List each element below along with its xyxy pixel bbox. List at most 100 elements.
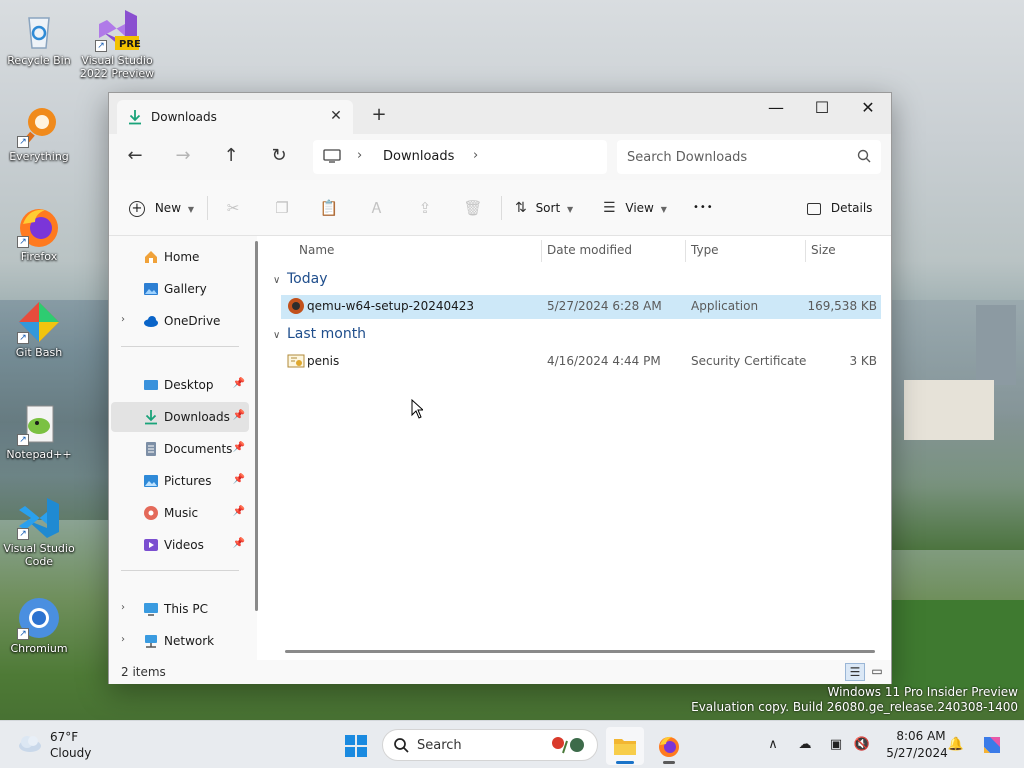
maximize-button[interactable]: ☐ bbox=[799, 93, 845, 125]
chevron-down-icon: ▼ bbox=[660, 205, 667, 214]
navigation-bar: ← → ↑ ↻ › Downloads › bbox=[109, 134, 891, 180]
shortcut-arrow-icon: ↗ bbox=[17, 136, 29, 148]
firefox-icon bbox=[657, 734, 681, 761]
new-tab-button[interactable]: + bbox=[369, 106, 389, 126]
pin-icon[interactable]: 📌 bbox=[233, 410, 245, 421]
desktop-icon-label: Visual Studio bbox=[3, 542, 75, 555]
sidebar-item-gallery[interactable]: Gallery bbox=[111, 274, 249, 304]
expand-chevron-icon[interactable]: › bbox=[121, 634, 125, 645]
expand-chevron-icon[interactable]: › bbox=[121, 314, 125, 325]
view-button[interactable]: ☰ View ▼ bbox=[603, 197, 671, 219]
sidebar-item-label: Pictures bbox=[164, 474, 212, 488]
desktop-icon-everything[interactable]: ↗ Everything bbox=[0, 104, 78, 163]
column-header-size[interactable]: Size bbox=[811, 236, 836, 264]
sidebar-item-home[interactable]: Home bbox=[111, 242, 249, 272]
paste-icon[interactable]: 📋 bbox=[318, 197, 340, 219]
column-header-type[interactable]: Type bbox=[691, 236, 719, 264]
sidebar-item-downloads[interactable]: Downloads 📌 bbox=[111, 402, 249, 432]
file-row[interactable]: qemu-w64-setup-20240423 5/27/2024 6:28 A… bbox=[281, 295, 881, 319]
column-divider[interactable] bbox=[805, 240, 806, 262]
delete-icon[interactable]: 🗑 bbox=[462, 197, 484, 219]
group-header-last-month[interactable]: ∨ Last month bbox=[273, 326, 366, 342]
sidebar-item-desktop[interactable]: Desktop 📌 bbox=[111, 370, 249, 400]
taskbar-search-input[interactable] bbox=[417, 736, 537, 754]
desktop-icon-label: Visual Studio bbox=[81, 54, 153, 67]
cut-icon[interactable]: ✂ bbox=[222, 197, 244, 219]
more-options-button[interactable]: ••• bbox=[693, 197, 717, 219]
cloud-icon[interactable] bbox=[16, 733, 42, 753]
volume-muted-icon[interactable]: 🔇 bbox=[853, 736, 871, 754]
sort-button[interactable]: ⇅ Sort ▼ bbox=[515, 197, 579, 219]
desktop-icon-notepad-plus-plus[interactable]: ↗ Notepad++ bbox=[0, 402, 78, 461]
file-size: 3 KB bbox=[849, 354, 877, 368]
search-input[interactable] bbox=[627, 147, 847, 167]
sort-label: Sort bbox=[535, 201, 561, 215]
close-button[interactable]: ✕ bbox=[845, 93, 891, 125]
weather-temperature[interactable]: 67°F bbox=[50, 730, 78, 744]
sidebar-item-network[interactable]: › Network bbox=[111, 626, 249, 656]
start-button[interactable] bbox=[344, 734, 368, 758]
desktop-icon-git-bash[interactable]: ↗ Git Bash bbox=[0, 300, 78, 359]
sidebar-item-music[interactable]: Music 📌 bbox=[111, 498, 249, 528]
sidebar-item-pictures[interactable]: Pictures 📌 bbox=[111, 466, 249, 496]
display-icon[interactable]: ▣ bbox=[827, 736, 845, 754]
file-row[interactable]: penis 4/16/2024 4:44 PM Security Certifi… bbox=[281, 350, 881, 374]
copilot-icon[interactable] bbox=[980, 733, 1004, 757]
pin-icon[interactable]: 📌 bbox=[233, 538, 245, 549]
column-divider[interactable] bbox=[685, 240, 686, 262]
taskbar-search-box[interactable] bbox=[382, 729, 598, 761]
pin-icon[interactable]: 📌 bbox=[233, 378, 245, 389]
sidebar-item-onedrive[interactable]: › OneDrive bbox=[111, 306, 249, 336]
tiles-view-button[interactable]: ▭ bbox=[867, 663, 887, 681]
breadcrumb-downloads[interactable]: Downloads bbox=[383, 149, 454, 164]
tab-downloads[interactable]: Downloads ✕ bbox=[117, 100, 353, 134]
rename-icon[interactable]: Ꭺ bbox=[366, 197, 388, 219]
sidebar-item-videos[interactable]: Videos 📌 bbox=[111, 530, 249, 560]
column-divider[interactable] bbox=[541, 240, 542, 262]
pin-icon[interactable]: 📌 bbox=[233, 442, 245, 453]
search-box[interactable] bbox=[617, 140, 881, 174]
title-bar[interactable]: Downloads ✕ + — ☐ ✕ bbox=[109, 93, 891, 134]
copy-icon[interactable]: ❐ bbox=[271, 197, 293, 219]
network-disconnected-icon[interactable]: ☁ bbox=[796, 736, 814, 754]
desktop-icon-chromium[interactable]: ↗ Chromium bbox=[0, 596, 78, 655]
pin-icon[interactable]: 📌 bbox=[233, 474, 245, 485]
refresh-button[interactable]: ↻ bbox=[266, 145, 292, 169]
pin-icon[interactable]: 📌 bbox=[233, 506, 245, 517]
collapse-chevron-icon[interactable]: ∨ bbox=[273, 330, 287, 341]
taskbar-file-explorer[interactable] bbox=[606, 727, 644, 765]
up-button[interactable]: ↑ bbox=[218, 145, 244, 169]
notification-bell-icon[interactable]: 🔔 bbox=[947, 736, 965, 754]
navigation-pane-scrollbar[interactable] bbox=[255, 241, 258, 611]
desktop-icon-firefox[interactable]: ↗ Firefox bbox=[0, 204, 78, 263]
breadcrumb-chevron-icon[interactable]: › bbox=[357, 148, 362, 163]
sidebar-item-documents[interactable]: Documents 📌 bbox=[111, 434, 249, 464]
sidebar-item-this-pc[interactable]: › This PC bbox=[111, 594, 249, 624]
desktop-icon-recycle-bin[interactable]: Recycle Bin bbox=[0, 8, 78, 67]
address-bar[interactable]: › Downloads › bbox=[313, 140, 607, 174]
clock-time[interactable]: 8:06 AM bbox=[892, 729, 950, 743]
collapse-chevron-icon[interactable]: ∨ bbox=[273, 275, 287, 286]
desktop-icon-vscode[interactable]: ↗ Visual Studio Code bbox=[0, 496, 78, 568]
tab-close-button[interactable]: ✕ bbox=[327, 107, 345, 125]
details-pane-button[interactable]: Details bbox=[807, 197, 877, 219]
clock-date[interactable]: 5/27/2024 bbox=[884, 746, 950, 760]
column-header-date-modified[interactable]: Date modified bbox=[547, 236, 632, 264]
back-button[interactable]: ← bbox=[122, 145, 148, 169]
expand-chevron-icon[interactable]: › bbox=[121, 602, 125, 613]
horizontal-scrollbar[interactable] bbox=[285, 650, 875, 653]
group-header-today[interactable]: ∨ Today bbox=[273, 271, 328, 287]
new-button[interactable]: + New ▼ bbox=[129, 197, 199, 219]
minimize-button[interactable]: — bbox=[753, 93, 799, 125]
chevron-up-icon[interactable]: ∧ bbox=[764, 736, 782, 754]
details-view-button[interactable]: ☰ bbox=[845, 663, 865, 681]
share-icon[interactable]: ⇪ bbox=[414, 197, 436, 219]
column-header-name[interactable]: Name bbox=[299, 236, 334, 264]
taskbar-firefox[interactable] bbox=[650, 727, 688, 765]
forward-button[interactable]: → bbox=[170, 145, 196, 169]
weather-condition[interactable]: Cloudy bbox=[50, 746, 91, 760]
file-explorer-icon bbox=[613, 735, 637, 760]
desktop-icon-visual-studio[interactable]: PRE ↗ Visual Studio 2022 Preview bbox=[78, 8, 156, 80]
breadcrumb-chevron-icon[interactable]: › bbox=[473, 148, 478, 163]
downloads-folder-icon bbox=[143, 409, 159, 425]
